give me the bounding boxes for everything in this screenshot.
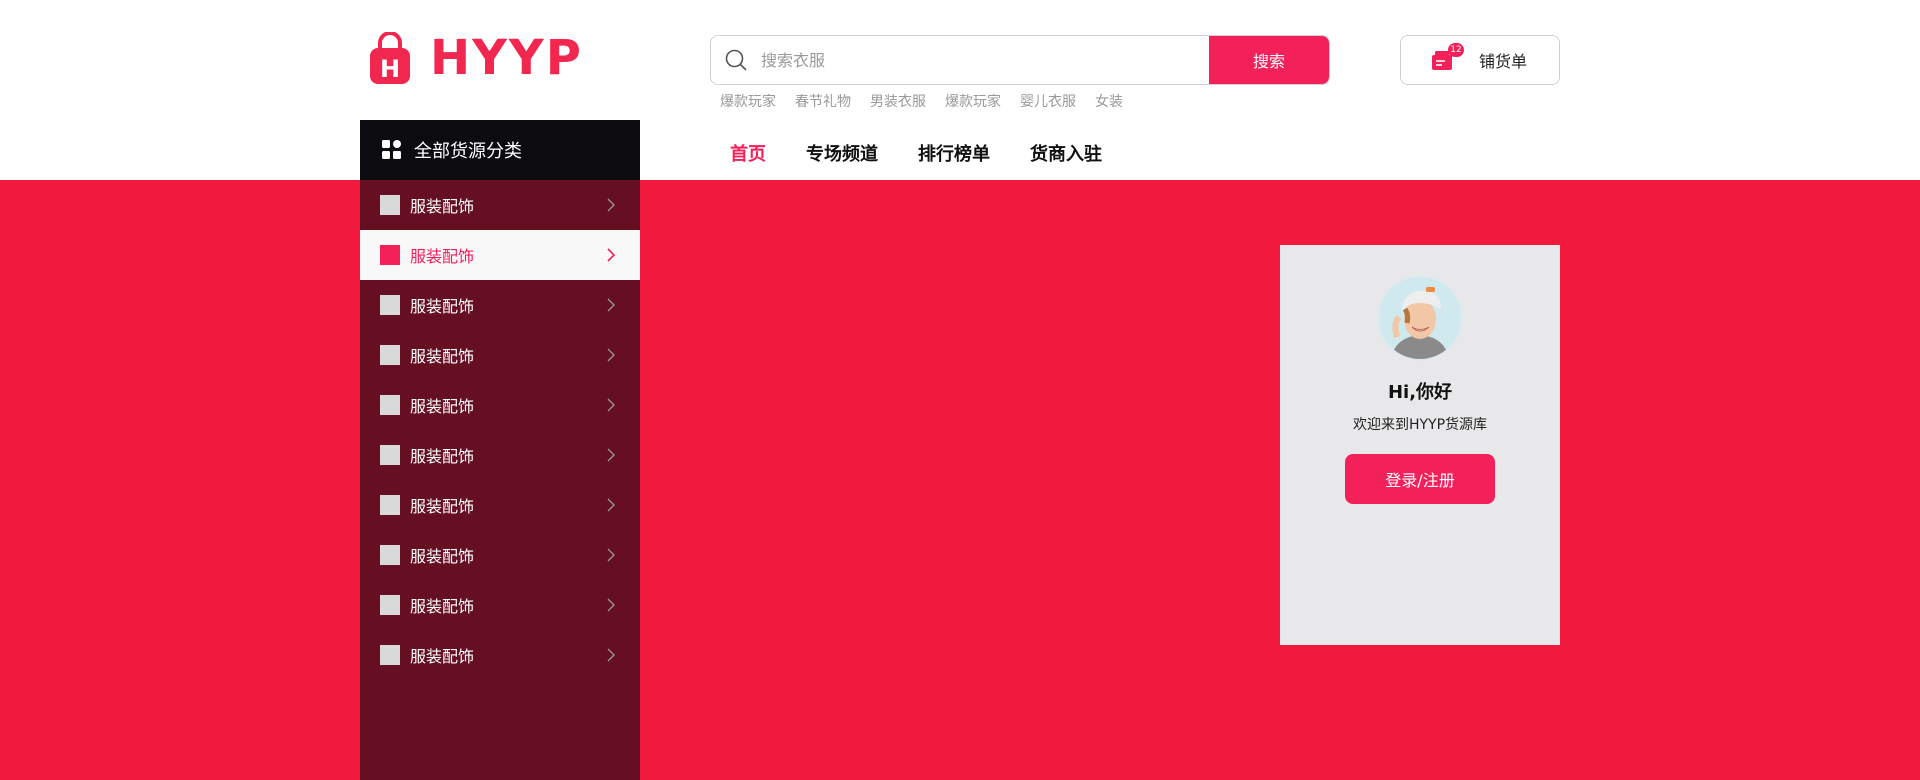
welcome-text: 欢迎来到HYYP货源库 (1352, 417, 1488, 433)
category-label: 服装配饰 (410, 247, 475, 266)
category-item[interactable]: 服装配饰 (360, 530, 640, 580)
logo-letter: H (380, 55, 400, 83)
category-list: 服装配饰 服装配饰 服装配饰 服装配饰 服装配饰 服装配饰 服装配饰 服装配饰 … (360, 180, 640, 780)
category-item[interactable]: 服装配饰 (360, 630, 640, 680)
login-register-button[interactable]: 登录/注册 (1345, 454, 1495, 504)
category-icon (380, 345, 400, 365)
category-header-label: 全部货源分类 (414, 141, 522, 162)
category-item[interactable]: 服装配饰 (360, 230, 640, 280)
chevron-right-icon (607, 498, 615, 512)
category-icon (380, 295, 400, 315)
category-label: 服装配饰 (410, 397, 475, 416)
hot-keyword[interactable]: 春节礼物 (795, 91, 851, 111)
shopping-bag-icon: H (370, 31, 410, 84)
category-item[interactable]: 服装配饰 (360, 380, 640, 430)
category-label: 服装配饰 (410, 297, 475, 316)
header: H HYYP 搜索 爆款玩家 春节礼物 男装衣服 爆款玩家 婴儿衣服 女装 (0, 0, 1920, 180)
category-label: 服装配饰 (410, 647, 475, 666)
hot-keyword[interactable]: 女装 (1095, 91, 1123, 111)
category-label: 服装配饰 (410, 547, 475, 566)
category-label: 服装配饰 (410, 447, 475, 466)
hot-keyword[interactable]: 婴儿衣服 (1020, 91, 1076, 111)
category-label: 服装配饰 (410, 497, 475, 516)
hot-keyword[interactable]: 爆款玩家 (720, 91, 776, 111)
greeting: Hi,你好 (1387, 382, 1453, 403)
chevron-right-icon (607, 298, 615, 312)
category-icon (380, 395, 400, 415)
nav-item-channels[interactable]: 专场频道 (806, 140, 878, 166)
category-item[interactable]: 服装配饰 (360, 180, 640, 230)
chevron-right-icon (607, 648, 615, 662)
nav-item-home[interactable]: 首页 (730, 140, 766, 166)
chevron-right-icon (607, 198, 615, 212)
avatar (1377, 275, 1463, 361)
logo[interactable]: H HYYP (370, 30, 583, 86)
category-label: 服装配饰 (410, 197, 475, 216)
category-label: 服装配饰 (410, 597, 475, 616)
cart-label: 铺货单 (1479, 52, 1528, 71)
main-nav: 首页 专场频道 排行榜单 货商入驻 (730, 140, 1142, 166)
nav-item-rankings[interactable]: 排行榜单 (918, 140, 990, 166)
category-label: 服装配饰 (410, 347, 475, 366)
category-icon (380, 195, 400, 215)
hero-banner (0, 180, 1920, 780)
hot-keywords: 爆款玩家 春节礼物 男装衣服 爆款玩家 婴儿衣服 女装 (720, 91, 1142, 111)
category-header[interactable]: 全部货源分类 (360, 120, 640, 180)
category-icon (380, 645, 400, 665)
chevron-right-icon (607, 398, 615, 412)
grid-icon (382, 140, 402, 160)
chevron-right-icon (607, 448, 615, 462)
category-item[interactable]: 服装配饰 (360, 280, 640, 330)
nav-item-merchant-join[interactable]: 货商入驻 (1030, 140, 1102, 166)
chevron-right-icon (607, 248, 616, 262)
category-item[interactable]: 服装配饰 (360, 430, 640, 480)
chevron-right-icon (607, 548, 615, 562)
search-icon (711, 36, 761, 84)
cart-badge: 12 (1448, 43, 1464, 57)
category-icon (380, 595, 400, 615)
chevron-right-icon (607, 348, 615, 362)
hot-keyword[interactable]: 爆款玩家 (945, 91, 1001, 111)
login-card: Hi,你好 欢迎来到HYYP货源库 登录/注册 (1280, 245, 1560, 645)
category-item[interactable]: 服装配饰 (360, 580, 640, 630)
search-bar: 搜索 (710, 35, 1330, 85)
category-icon (380, 495, 400, 515)
category-icon (380, 245, 400, 265)
page: H HYYP 搜索 爆款玩家 春节礼物 男装衣服 爆款玩家 婴儿衣服 女装 (0, 0, 1920, 780)
chevron-right-icon (607, 598, 615, 612)
cart-button[interactable]: 12 铺货单 (1400, 35, 1560, 85)
category-item[interactable]: 服装配饰 (360, 480, 640, 530)
search-input[interactable] (761, 36, 1209, 84)
cart-icon: 12 (1431, 43, 1464, 71)
category-icon (380, 445, 400, 465)
hot-keyword[interactable]: 男装衣服 (870, 91, 926, 111)
brand-name: HYYP (430, 30, 583, 86)
search-button[interactable]: 搜索 (1209, 36, 1329, 84)
category-item[interactable]: 服装配饰 (360, 330, 640, 380)
category-icon (380, 545, 400, 565)
